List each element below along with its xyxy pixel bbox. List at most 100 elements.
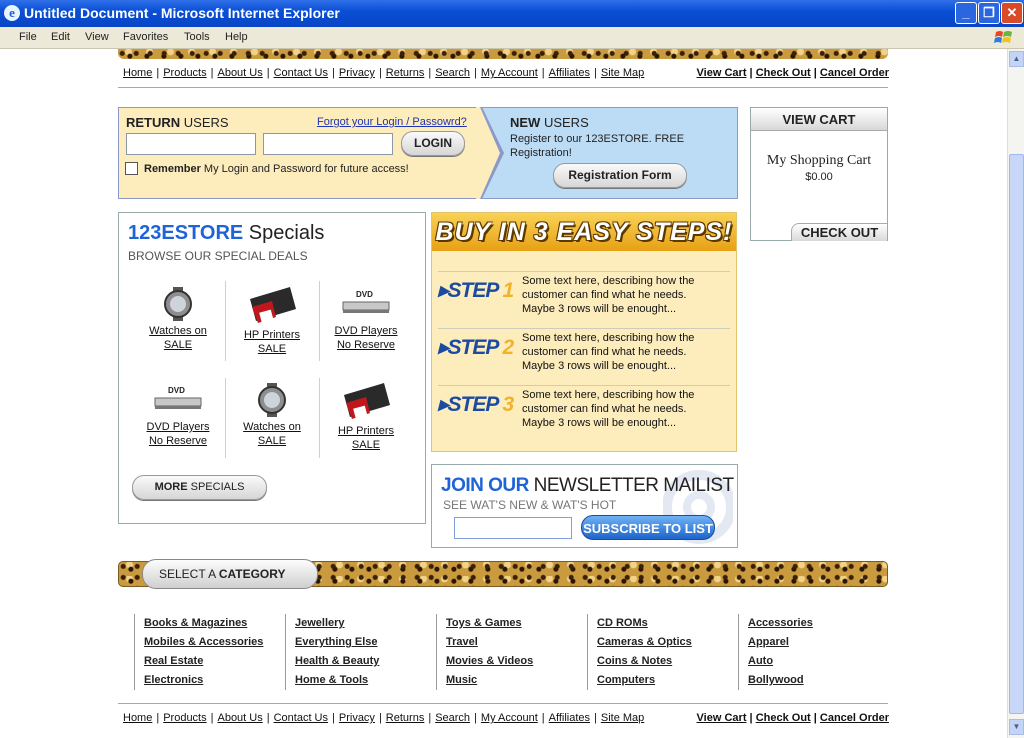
category-link[interactable]: Movies & Videos	[446, 652, 533, 671]
category-link[interactable]: Mobiles & Accessories	[144, 633, 263, 652]
menu-help[interactable]: Help	[225, 31, 248, 43]
nav-home[interactable]: Home	[123, 712, 152, 724]
category-link[interactable]: Health & Beauty	[295, 652, 379, 671]
category-link[interactable]: Accessories	[748, 614, 813, 633]
nav-cancel-order[interactable]: Cancel Order	[820, 67, 889, 79]
steps-banner: BUY IN 3 EASY STEPS!	[432, 213, 736, 251]
window-titlebar[interactable]: e Untitled Document - Microsoft Internet…	[0, 0, 1024, 27]
special-item[interactable]: HP Printers SALE	[319, 381, 413, 452]
menu-file[interactable]: File	[19, 31, 37, 43]
category-link[interactable]: CD ROMs	[597, 614, 692, 633]
nav-site-map[interactable]: Site Map	[601, 67, 644, 79]
category-link[interactable]: Books & Magazines	[144, 614, 263, 633]
newsletter-email-input[interactable]	[454, 517, 572, 539]
steps-panel: BUY IN 3 EASY STEPS! ▸STEP 1 Some text h…	[431, 212, 737, 452]
view-cart-title[interactable]: VIEW CART	[751, 108, 887, 131]
scroll-up-arrow-icon[interactable]: ▲	[1009, 51, 1024, 67]
nav-view-cart[interactable]: View Cart	[697, 67, 747, 79]
nav-about-us[interactable]: About Us	[217, 67, 262, 79]
login-username-input[interactable]	[126, 133, 256, 155]
scrollbar-thumb[interactable]	[1009, 154, 1024, 714]
more-specials-button[interactable]: MORE SPECIALS	[132, 475, 267, 500]
nav-check-out[interactable]: Check Out	[756, 712, 811, 724]
special-item-sublabel: No Reserve	[148, 435, 208, 447]
watch-icon	[164, 287, 192, 321]
category-link[interactable]: Real Estate	[144, 652, 263, 671]
category-link[interactable]: Cameras & Optics	[597, 633, 692, 652]
category-column: Books & Magazines Mobiles & Accessories …	[134, 614, 263, 690]
vertical-scrollbar[interactable]: ▲ ▼	[1007, 49, 1024, 738]
nav-contact-us[interactable]: Contact Us	[274, 712, 328, 724]
category-link[interactable]: Jewellery	[295, 614, 379, 633]
category-link[interactable]: Apparel	[748, 633, 813, 652]
nav-products[interactable]: Products	[163, 712, 206, 724]
nav-site-map[interactable]: Site Map	[601, 712, 644, 724]
new-users-panel: NEW USERS Register to our 123ESTORE. FRE…	[476, 107, 738, 199]
forgot-password-link[interactable]: Forgot your Login / Passowrd?	[317, 116, 467, 128]
registration-form-button[interactable]: Registration Form	[553, 163, 687, 188]
nav-about-us[interactable]: About Us	[217, 712, 262, 724]
special-item[interactable]: Watches on SALE	[131, 287, 225, 352]
menu-favorites[interactable]: Favorites	[123, 31, 168, 43]
newsletter-panel: JOIN OUR NEWSLETTER MAILIST SEE WAT'S NE…	[431, 464, 738, 548]
scroll-down-arrow-icon[interactable]: ▼	[1009, 719, 1024, 735]
nav-privacy[interactable]: Privacy	[339, 712, 375, 724]
special-item[interactable]: DVD DVD Players No Reserve	[319, 287, 413, 352]
nav-check-out[interactable]: Check Out	[756, 67, 811, 79]
menu-edit[interactable]: Edit	[51, 31, 70, 43]
category-link[interactable]: Travel	[446, 633, 533, 652]
nav-search[interactable]: Search	[435, 712, 470, 724]
special-item-label: Watches on	[149, 325, 207, 337]
category-link[interactable]: Music	[446, 671, 533, 690]
category-link[interactable]: Toys & Games	[446, 614, 533, 633]
special-item-sublabel: SALE	[257, 435, 287, 447]
category-link[interactable]: Home & Tools	[295, 671, 379, 690]
remember-checkbox[interactable]	[125, 162, 138, 175]
login-button[interactable]: LOGIN	[401, 131, 465, 156]
step-text: Some text here, describing how the custo…	[522, 389, 695, 429]
select-category-button[interactable]: SELECT A CATEGORY	[142, 559, 318, 589]
nav-returns[interactable]: Returns	[386, 712, 425, 724]
minimize-button[interactable]: _	[955, 2, 977, 24]
nav-cancel-order[interactable]: Cancel Order	[820, 712, 889, 724]
category-column: Toys & Games Travel Movies & Videos Musi…	[436, 614, 533, 690]
nav-home[interactable]: Home	[123, 67, 152, 79]
special-item[interactable]: Watches on SALE	[225, 383, 319, 448]
nav-view-cart[interactable]: View Cart	[697, 712, 747, 724]
category-link[interactable]: Computers	[597, 671, 692, 690]
newsletter-subtitle: SEE WAT'S NEW & WAT'S HOT	[443, 498, 617, 512]
menu-view[interactable]: View	[85, 31, 109, 43]
special-item-label: DVD Players	[146, 421, 210, 433]
special-item[interactable]: HP Printers SALE	[225, 285, 319, 356]
cart-checkout-button[interactable]: CHECK OUT	[791, 223, 887, 241]
nav-affiliates[interactable]: Affiliates	[549, 712, 590, 724]
dvd-player-icon: DVD	[342, 290, 390, 313]
return-users-panel: RETURN USERS Forgot your Login / Passowr…	[118, 107, 476, 199]
nav-search[interactable]: Search	[435, 67, 470, 79]
nav-my-account[interactable]: My Account	[481, 712, 538, 724]
category-link[interactable]: Coins & Notes	[597, 652, 692, 671]
nav-products[interactable]: Products	[163, 67, 206, 79]
maximize-button[interactable]: ❐	[978, 2, 1000, 24]
category-link[interactable]: Everything Else	[295, 633, 379, 652]
special-item-sublabel: SALE	[163, 339, 193, 351]
category-link[interactable]: Bollywood	[748, 671, 813, 690]
special-item[interactable]: DVD DVD Players No Reserve	[131, 383, 225, 448]
nav-returns[interactable]: Returns	[386, 67, 425, 79]
special-item-sublabel: No Reserve	[336, 339, 396, 351]
close-button[interactable]: ✕	[1001, 2, 1023, 24]
nav-privacy[interactable]: Privacy	[339, 67, 375, 79]
nav-contact-us[interactable]: Contact Us	[274, 67, 328, 79]
category-link[interactable]: Electronics	[144, 671, 263, 690]
subscribe-button[interactable]: SUBSCRIBE TO LIST	[581, 515, 715, 540]
new-users-text: Register to our 123ESTORE. FREE Registra…	[510, 133, 685, 159]
printer-icon	[250, 287, 296, 323]
login-password-input[interactable]	[263, 133, 393, 155]
return-users-heading: RETURN USERS	[126, 115, 229, 130]
remember-label: Remember My Login and Password for futur…	[144, 163, 409, 175]
step-item: ▸STEP 3 Some text here, describing how t…	[438, 385, 730, 439]
nav-affiliates[interactable]: Affiliates	[549, 67, 590, 79]
category-link[interactable]: Auto	[748, 652, 813, 671]
menu-tools[interactable]: Tools	[184, 31, 210, 43]
nav-my-account[interactable]: My Account	[481, 67, 538, 79]
